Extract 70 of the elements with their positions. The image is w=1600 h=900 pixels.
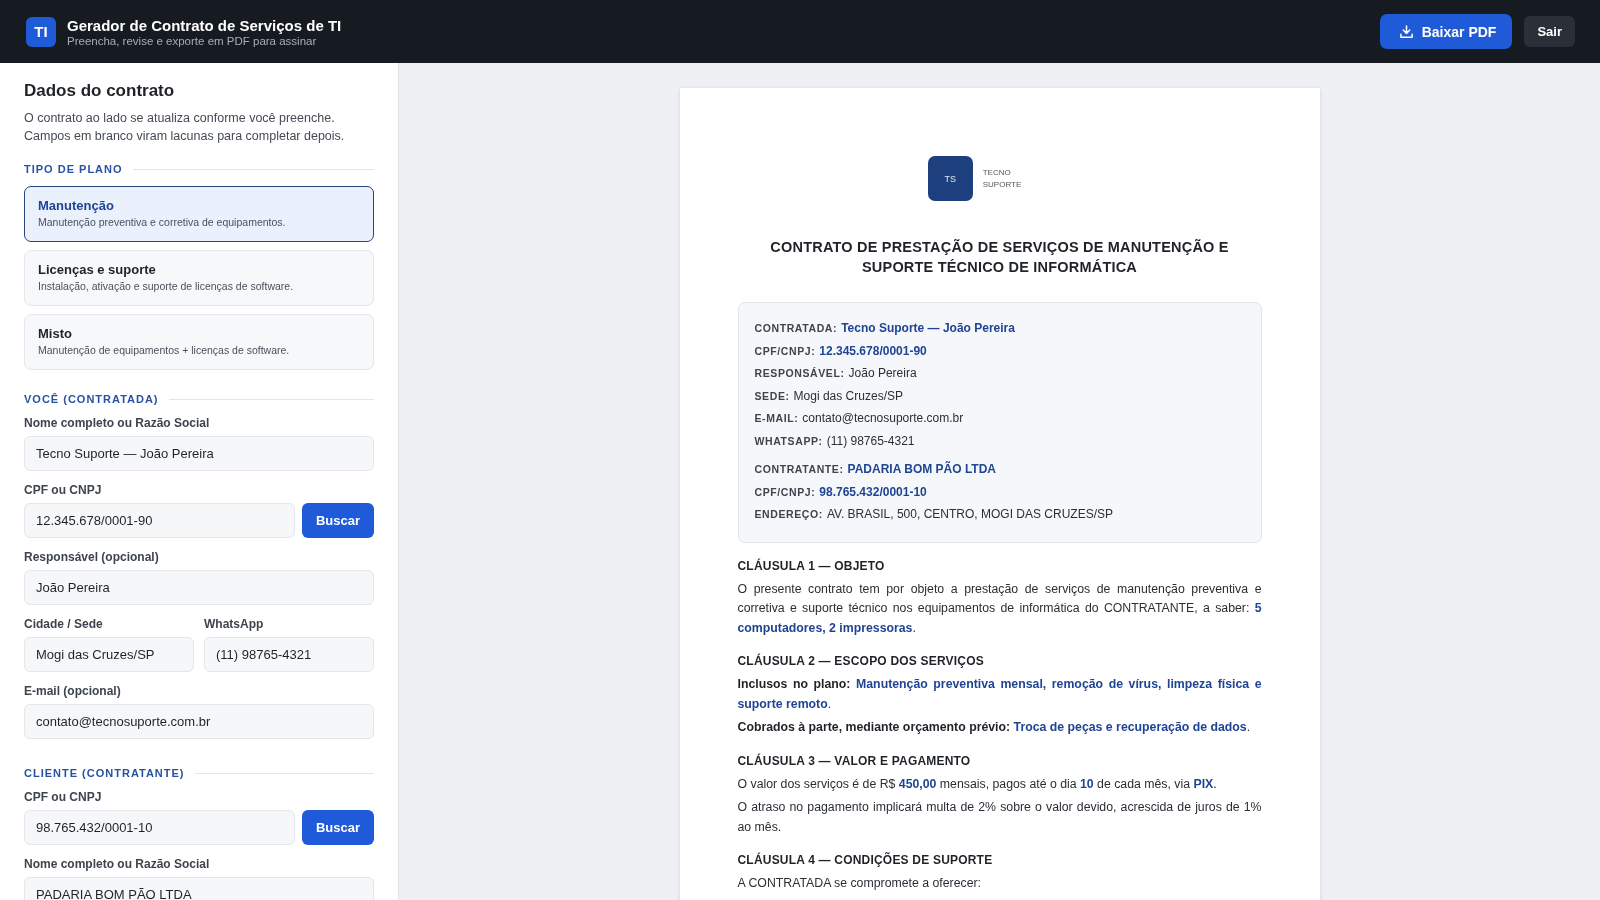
party-value: Tecno Suporte — João Pereira [841, 321, 1015, 335]
party-value: (11) 98765-4321 [826, 433, 915, 448]
party-label: RESPONSÁVEL: [754, 367, 845, 379]
field-label: E-mail (opcional) [24, 684, 122, 698]
input-field[interactable]: 12.345.678/0001-90 [24, 503, 295, 538]
plan-description: Instalação, ativação e suporte de licenças de software. [38, 280, 295, 292]
plan-option[interactable]: Misto Manutenção de equipamentos + licenças de software. [24, 314, 374, 370]
form-description: O contrato ao lado se atualiza conforme você preenche. Campos em branco viram lacunas para completar depois. [24, 110, 346, 145]
input-field[interactable]: (11) 98765-4321 [204, 637, 374, 672]
clause-text: O atraso no pagamento implicará multa de 2% sobre o valor devido, acrescida de juros de 1% ao mês. [737, 799, 1262, 836]
logo-text: TECNO [982, 168, 1012, 177]
clause-text: A CONTRATADA se compromete a oferecer: [737, 875, 982, 892]
clause-heading: CLÁUSULA 2 — ESCOPO DOS SERVIÇOS [737, 654, 985, 668]
party-label: CONTRATADA: [754, 322, 838, 334]
field-label: Responsável (opcional) [24, 550, 160, 564]
plan-name: Manutenção [38, 198, 115, 213]
exit-button[interactable]: Sair [1524, 16, 1575, 47]
party-label: ENDEREÇO: [754, 508, 823, 520]
field-label: WhatsApp [204, 617, 265, 631]
party-value: Mogi das Cruzes/SP [793, 388, 903, 403]
party-value: 12.345.678/0001-90 [819, 343, 927, 358]
plan-description: Manutenção preventiva e corretiva de equipamentos. [38, 216, 287, 228]
search-button[interactable]: Buscar [301, 810, 374, 845]
input-field[interactable]: João Pereira [24, 570, 374, 605]
party-label: CPF/CNPJ: [754, 485, 816, 498]
section-heading: VOCÊ (CONTRATADA) [24, 393, 159, 405]
app-logo: TI [26, 16, 56, 47]
plan-name: Misto [38, 326, 73, 341]
party-value: PADARIA BOM PÃO LTDA [847, 462, 996, 476]
clause-text: Cobrados à parte, mediante orçamento prévio: Troca de peças e recuperação de dados. [737, 719, 1252, 736]
plan-option[interactable]: Licenças e suporte Instalação, ativação e suporte de licenças de software. [24, 250, 374, 306]
party-value: AV. BRASIL, 500, CENTRO, MOGI DAS CRUZES/SP [826, 507, 1113, 521]
search-button[interactable]: Buscar [301, 503, 374, 538]
party-label: CPF/CNPJ: [754, 344, 816, 357]
clause-text: O presente contrato tem por objeto a prestação de serviços de manutenção preventiva e corretiva e suporte técnico nos equipamentos de informática do CONTRATANTE, a saber: 5 computadores, 2 impressoras. [737, 580, 1262, 637]
app-subtitle: Preencha, revise e exporte em PDF para assinar [67, 34, 318, 47]
field-label: Cidade / Sede [24, 617, 104, 631]
input-field[interactable]: Mogi das Cruzes/SP [24, 637, 194, 672]
input-field[interactable]: Tecno Suporte — João Pereira [24, 436, 374, 471]
plan-description: Manutenção de equipamentos + licenças de software. [38, 344, 291, 356]
app-title: Gerador de Contrato de Serviços de TI [67, 16, 342, 34]
party-label: CONTRATANTE: [754, 463, 844, 475]
input-field[interactable]: PADARIA BOM PÃO LTDA [24, 877, 374, 900]
clause-text: O valor dos serviços é de R$ 450,00 mensais, pagos até o dia 10 de cada mês, via PIX. [737, 775, 1218, 793]
section-heading: TIPO DE PLANO [24, 163, 123, 175]
party-label: SEDE: [754, 389, 790, 402]
party-value: contato@tecnosuporte.com.br [802, 411, 964, 425]
party-value: João Pereira [848, 366, 917, 380]
clause-heading: CLÁUSULA 3 — VALOR E PAGAMENTO [737, 753, 972, 768]
field-label: Nome completo ou Razão Social [24, 416, 211, 430]
plan-name: Licenças e suporte [38, 262, 157, 277]
party-label: WHATSAPP: [754, 434, 823, 447]
input-field[interactable]: contato@tecnosuporte.com.br [24, 704, 374, 739]
clause-text: Inclusos no plano: Manutenção preventiva mensal, remoção de vírus, limpeza física e suporte remoto. [737, 676, 1262, 713]
input-field[interactable]: 98.765.432/0001-10 [24, 810, 295, 845]
download-icon [1398, 24, 1414, 39]
company-logo: TS [927, 156, 973, 201]
field-label: Nome completo ou Razão Social [24, 857, 211, 871]
form-title: Dados do contrato [24, 81, 176, 101]
party-value: 98.765.432/0001-10 [819, 484, 927, 499]
party-label: E-MAIL: [754, 412, 799, 424]
download-pdf-button[interactable]: Baixar PDF [1379, 14, 1513, 49]
section-heading: CLIENTE (CONTRATANTE) [24, 767, 185, 779]
field-label: CPF ou CNPJ [24, 790, 103, 804]
field-label: CPF ou CNPJ [24, 483, 103, 497]
document-title: CONTRATO DE PRESTAÇÃO DE SERVIÇOS DE MANUTENÇÃO E SUPORTE TÉCNICO DE INFORMÁTICA [769, 238, 1230, 277]
clause-heading: CLÁUSULA 4 — CONDIÇÕES DE SUPORTE [737, 853, 994, 867]
logo-text: SUPORTE [982, 180, 1022, 189]
clause-heading: CLÁUSULA 1 — OBJETO [737, 558, 886, 573]
plan-option[interactable]: Manutenção Manutenção preventiva e corretiva de equipamentos. [24, 186, 374, 242]
